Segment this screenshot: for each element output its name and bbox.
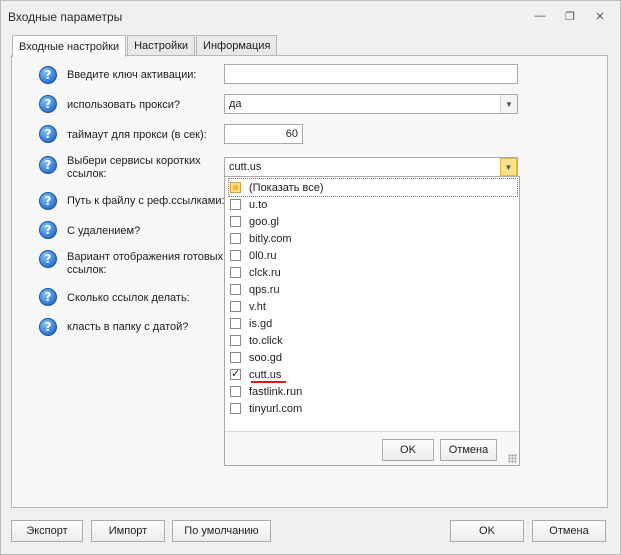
checkbox-icon[interactable]	[230, 386, 241, 397]
list-item[interactable]: soo.gd	[229, 349, 517, 366]
list-item[interactable]: tinyurl.com	[229, 400, 517, 417]
checkbox-icon[interactable]	[230, 403, 241, 414]
services-dropdown: (Показать все) u.to goo.gl bitly.com 0l0…	[224, 176, 520, 466]
close-icon[interactable]: ✕	[592, 9, 608, 23]
tab-information[interactable]: Информация	[196, 35, 278, 56]
list-item[interactable]: v.ht	[229, 298, 517, 315]
dropdown-footer: OK Отмена	[225, 431, 519, 465]
item-label: is.gd	[249, 317, 273, 330]
item-label: qps.ru	[249, 283, 280, 296]
checkbox-icon[interactable]	[230, 335, 241, 346]
proxy-timeout-input[interactable]: 60	[224, 124, 303, 144]
checkbox-icon[interactable]	[230, 216, 241, 227]
item-label: cutt.us	[249, 368, 282, 381]
label-ref-file-path: Путь к файлу с реф.ссылками:	[67, 195, 225, 207]
item-label: fastlink.run	[249, 385, 303, 398]
partial-checkbox-icon[interactable]	[230, 182, 241, 193]
short-services-select[interactable]: cutt.us ▼	[224, 157, 518, 177]
export-button[interactable]: Экспорт	[11, 520, 83, 542]
label-display-variant: Вариант отображения готовых ссылок:	[67, 251, 224, 276]
label-proxy-timeout: таймаут для прокси (в сек):	[67, 129, 207, 141]
minimize-icon[interactable]: —	[532, 9, 548, 23]
item-label: v.ht	[249, 300, 266, 313]
use-proxy-value: да	[229, 98, 242, 110]
help-icon[interactable]: ?	[39, 221, 57, 239]
list-item[interactable]: is.gd	[229, 315, 517, 332]
resize-grip-icon[interactable]	[508, 454, 517, 463]
list-item-checked[interactable]: cutt.us	[229, 366, 517, 383]
list-item[interactable]: clck.ru	[229, 264, 517, 281]
help-icon[interactable]: ?	[39, 318, 57, 336]
chevron-down-icon[interactable]: ▼	[500, 95, 517, 113]
checkbox-icon[interactable]	[230, 250, 241, 261]
list-item[interactable]: goo.gl	[229, 213, 517, 230]
help-icon[interactable]: ?	[39, 156, 57, 174]
item-label: 0l0.ru	[249, 249, 277, 262]
item-label: bitly.com	[249, 232, 292, 245]
help-icon[interactable]: ?	[39, 95, 57, 113]
dialog-window: Входные параметры — ❐ ✕ Входные настройк…	[0, 0, 621, 555]
checkbox-icon[interactable]	[230, 199, 241, 210]
defaults-button[interactable]: По умолчанию	[172, 520, 271, 542]
label-date-folder: класть в папку с датой?	[67, 321, 189, 333]
checkbox-icon[interactable]	[230, 233, 241, 244]
help-icon[interactable]: ?	[39, 66, 57, 84]
chevron-down-icon[interactable]: ▼	[500, 158, 517, 176]
list-item[interactable]: to.click	[229, 332, 517, 349]
help-icon[interactable]: ?	[39, 125, 57, 143]
checkbox-icon[interactable]	[230, 301, 241, 312]
checkmark-icon[interactable]	[230, 367, 241, 380]
item-label: to.click	[249, 334, 283, 347]
tab-settings[interactable]: Настройки	[127, 35, 196, 56]
dropdown-cancel-button[interactable]: Отмена	[440, 439, 497, 461]
item-label: goo.gl	[249, 215, 279, 228]
list-item[interactable]: 0l0.ru	[229, 247, 517, 264]
list-item-show-all[interactable]: (Показать все)	[228, 178, 518, 197]
label-use-proxy: использовать прокси?	[67, 99, 180, 111]
label-links-count: Сколько ссылок делать:	[67, 292, 190, 304]
window-title: Входные параметры	[8, 10, 123, 24]
restore-icon[interactable]: ❐	[562, 9, 578, 23]
item-label: (Показать все)	[249, 181, 324, 194]
short-services-value: cutt.us	[229, 161, 262, 173]
ok-button[interactable]: OK	[450, 520, 524, 542]
help-icon[interactable]: ?	[39, 192, 57, 210]
list-item[interactable]: fastlink.run	[229, 383, 517, 400]
activation-key-input[interactable]	[224, 64, 518, 84]
checkbox-icon[interactable]	[230, 318, 241, 329]
label-short-services: Выбери сервисы коротких ссылок:	[67, 155, 201, 180]
tab-strip: Входные настройки Настройки Информация	[12, 35, 278, 57]
dropdown-ok-button[interactable]: OK	[382, 439, 434, 461]
label-with-deletion: С удалением?	[67, 225, 141, 237]
help-icon[interactable]: ?	[39, 250, 57, 268]
item-label: soo.gd	[249, 351, 283, 364]
item-label: u.to	[249, 198, 268, 211]
use-proxy-select[interactable]: да ▼	[224, 94, 518, 114]
checkbox-icon[interactable]	[230, 267, 241, 278]
item-label: tinyurl.com	[249, 402, 303, 415]
list-item[interactable]: qps.ru	[229, 281, 517, 298]
checkbox-icon[interactable]	[230, 284, 241, 295]
list-item[interactable]: bitly.com	[229, 230, 517, 247]
item-label: clck.ru	[249, 266, 281, 279]
import-button[interactable]: Импорт	[91, 520, 165, 542]
help-icon[interactable]: ?	[39, 288, 57, 306]
title-bar[interactable]: Входные параметры — ❐ ✕	[1, 1, 620, 31]
tab-input-settings[interactable]: Входные настройки	[12, 35, 127, 57]
label-activation-key: Введите ключ активации:	[67, 69, 197, 81]
checkbox-icon[interactable]	[230, 352, 241, 363]
cancel-button[interactable]: Отмена	[532, 520, 606, 542]
list-item[interactable]: u.to	[229, 196, 517, 213]
